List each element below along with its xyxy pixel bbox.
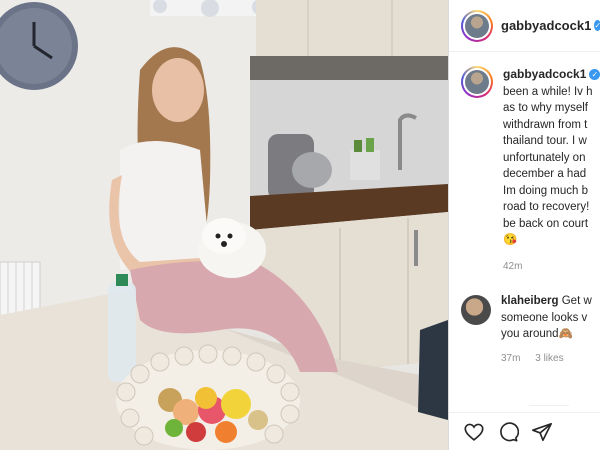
post-photo-illustration [0, 0, 448, 450]
caption-line: road to recovery! [503, 201, 590, 213]
comment-emoji: 🙈 [558, 328, 573, 340]
comment-item: klaheiberg Get w someone looks v you aro… [449, 275, 600, 367]
share-icon[interactable] [531, 421, 553, 443]
comment-line: someone looks v [501, 311, 588, 324]
verified-badge-icon: ✓ [594, 20, 600, 31]
comment-likes[interactable]: 3 likes [535, 353, 563, 364]
post-sidebar: gabbyadcock1 ✓ gabbyadcock1✓ been a whil… [448, 0, 600, 450]
comment-line: Get w [561, 295, 592, 307]
caption-avatar[interactable] [461, 66, 493, 98]
action-bar [449, 412, 600, 450]
post-header: gabbyadcock1 ✓ [449, 0, 600, 52]
commenter-username[interactable]: klaheiberg [501, 295, 559, 307]
caption-line: thailand tour. I w [503, 135, 587, 147]
author-avatar[interactable] [461, 9, 493, 42]
verified-badge-icon: ✓ [589, 69, 600, 81]
caption-line: be back on court [503, 217, 589, 230]
comment-time[interactable]: 37m [501, 353, 520, 364]
caption-line: withdrawn from t [503, 118, 588, 131]
post-photo[interactable] [0, 0, 448, 450]
post-age[interactable]: 42m [503, 259, 600, 276]
view-replies-line[interactable] [529, 405, 569, 406]
caption-line: been a while! Iv h [503, 85, 593, 98]
caption-line: Im doing much b [503, 184, 589, 197]
caption-username[interactable]: gabbyadcock1 [503, 67, 586, 81]
comment-icon[interactable] [497, 421, 519, 443]
author-username[interactable]: gabbyadcock1 [501, 18, 591, 33]
comment-line: you around [501, 328, 559, 340]
caption-emoji: 😘 [503, 234, 518, 246]
post-caption: gabbyadcock1 ✓ been a while! Iv h as to w… [449, 52, 600, 275]
caption-line: unfortunately on [503, 151, 586, 164]
caption-line: as to why myself [503, 102, 588, 114]
commenter-avatar[interactable] [461, 295, 491, 325]
heart-icon[interactable] [463, 421, 485, 443]
caption-line: december a had [503, 168, 587, 180]
